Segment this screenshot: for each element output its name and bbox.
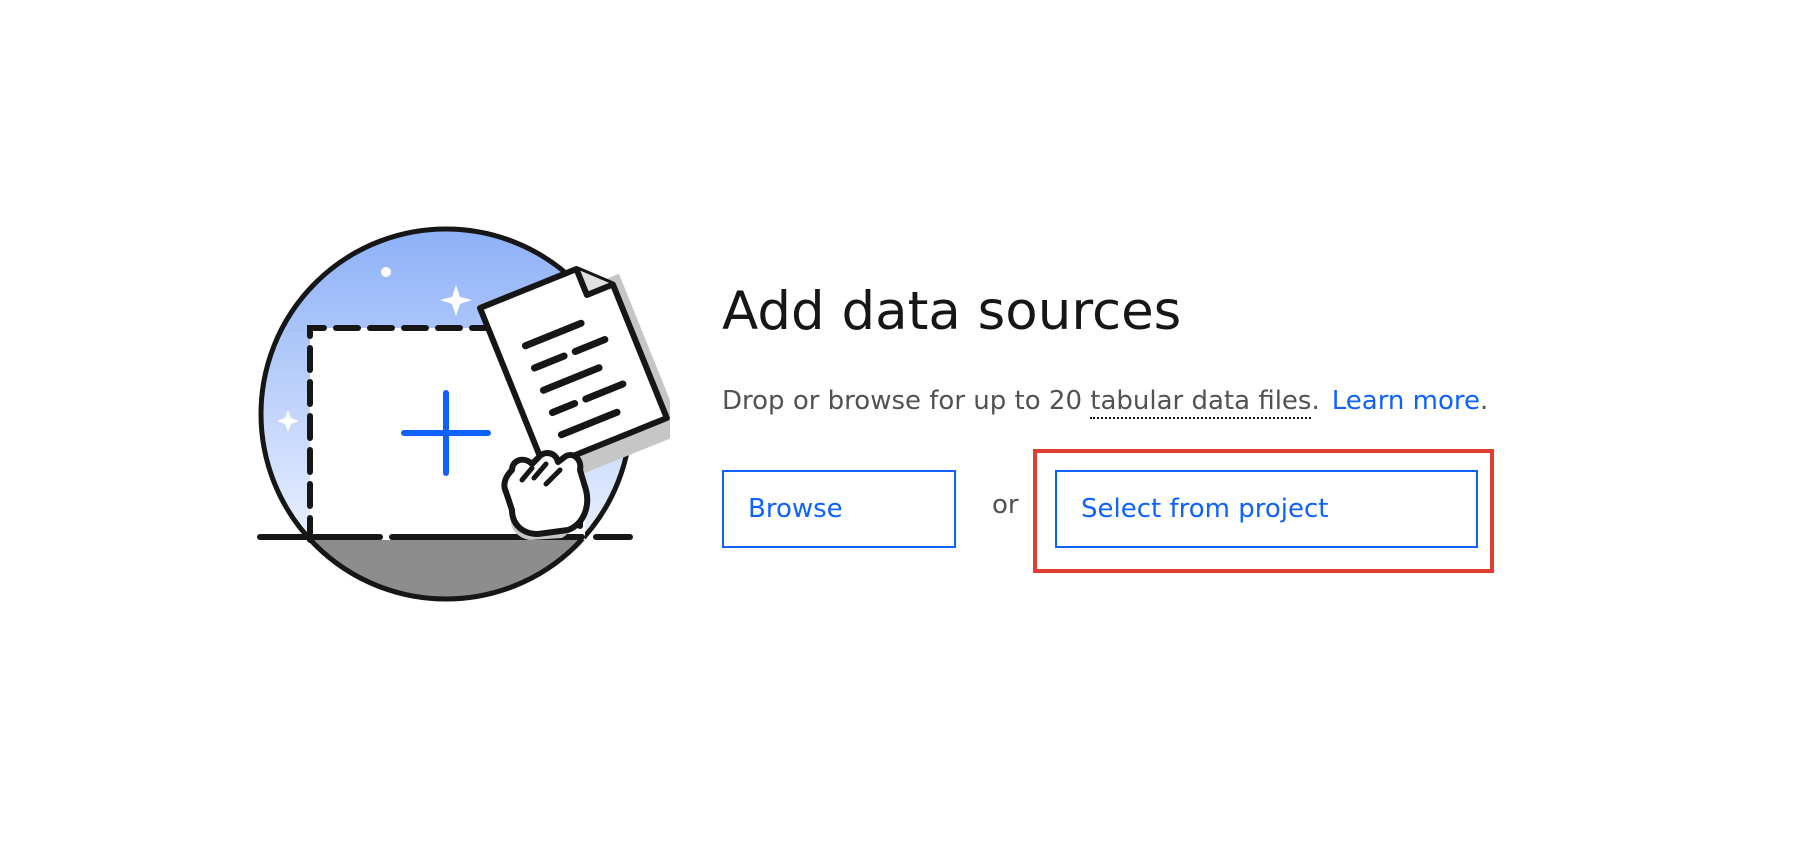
add-data-illustration bbox=[257, 226, 670, 602]
add-data-sources-panel: Add data sources Drop or browse for up t… bbox=[0, 0, 1804, 848]
description-text: Drop or browse for up to 20 bbox=[722, 386, 1091, 416]
or-separator: or bbox=[992, 490, 1019, 520]
description-period: . bbox=[1311, 386, 1320, 416]
learn-more-link[interactable]: Learn more bbox=[1332, 386, 1480, 416]
browse-button[interactable]: Browse bbox=[722, 470, 956, 548]
tabular-data-files-term[interactable]: tabular data files bbox=[1090, 386, 1312, 419]
learn-more-period: . bbox=[1480, 386, 1489, 416]
description: Drop or browse for up to 20 tabular data… bbox=[722, 383, 1488, 419]
page-title: Add data sources bbox=[722, 281, 1182, 342]
select-from-project-button[interactable]: Select from project bbox=[1055, 470, 1478, 548]
empty-state-content: Add data sources Drop or browse for up t… bbox=[722, 280, 1722, 573]
